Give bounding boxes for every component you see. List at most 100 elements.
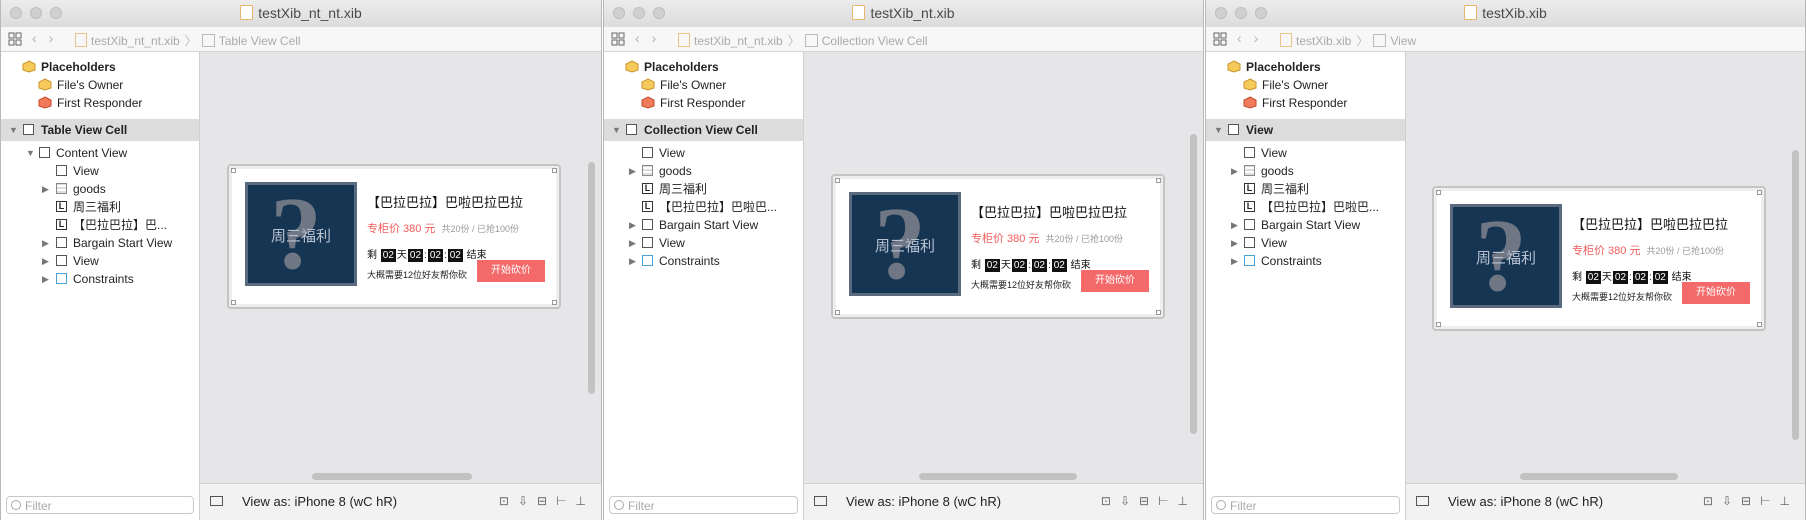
view-preview[interactable]: ? 周三福利 【巴拉巴拉】巴啦巴拉巴拉 专柜价 380 元共20份 / 已抢10… xyxy=(1432,186,1766,331)
resize-handle[interactable] xyxy=(231,168,236,173)
horizontal-scrollbar[interactable] xyxy=(919,473,1077,480)
disclosure-triangle-icon[interactable]: ▶ xyxy=(42,270,49,288)
start-bargain-button[interactable]: 开始砍价 xyxy=(1682,282,1750,304)
outline-content-view[interactable]: ▼ Content View xyxy=(1,144,199,162)
breadcrumb[interactable]: testXib_nt_nt.xib 〉 Table View Cell xyxy=(75,32,301,49)
goods-image[interactable]: ? 周三福利 xyxy=(245,182,357,286)
goods-image[interactable]: ? 周三福利 xyxy=(1450,204,1562,308)
outline-first-responder[interactable]: First Responder xyxy=(1,94,199,112)
disclosure-triangle-icon[interactable]: ▶ xyxy=(629,216,636,234)
toggle-outline-icon[interactable] xyxy=(814,496,827,506)
nav-arrows[interactable]: ‹› xyxy=(635,30,668,46)
breadcrumb[interactable]: testXib.xib 〉 View xyxy=(1280,32,1416,49)
outline-item[interactable]: ▶ goods xyxy=(1,180,199,198)
vertical-scrollbar[interactable] xyxy=(588,162,595,394)
outline-first-responder[interactable]: First Responder xyxy=(604,94,803,112)
start-bargain-button[interactable]: 开始砍价 xyxy=(1081,270,1149,292)
vertical-scrollbar[interactable] xyxy=(1190,134,1197,434)
disclosure-triangle-icon[interactable]: ▶ xyxy=(42,234,49,252)
disclosure-triangle-icon[interactable]: ▶ xyxy=(1231,234,1238,252)
outline-root-object[interactable]: ▼ Table View Cell xyxy=(1,119,199,141)
filter-field[interactable]: Filter xyxy=(609,496,798,514)
layout-tools[interactable]: ⊡⇩⊟⊢⊥ xyxy=(1101,494,1197,508)
outline-item[interactable]: L 周三福利 xyxy=(1206,180,1405,198)
goods-image[interactable]: ? 周三福利 xyxy=(849,192,961,296)
disclosure-triangle-icon[interactable]: ▼ xyxy=(612,119,621,141)
interface-builder-canvas[interactable]: ? 周三福利 【巴拉巴拉】巴啦巴拉巴拉 专柜价 380 元共20份 / 已抢10… xyxy=(1406,52,1805,484)
filter-field[interactable]: Filter xyxy=(1211,496,1400,514)
outline-item[interactable]: ▶ Bargain Start View xyxy=(604,216,803,234)
related-items-icon[interactable] xyxy=(1213,32,1227,46)
outline-item[interactable]: ▶ View xyxy=(604,234,803,252)
nav-arrows[interactable]: ‹› xyxy=(32,30,65,46)
outline-item[interactable]: View xyxy=(1206,144,1405,162)
collection-view-cell-preview[interactable]: ? 周三福利 【巴拉巴拉】巴啦巴拉巴拉 专柜价 380 元共20份 / 已抢10… xyxy=(831,174,1165,319)
outline-item[interactable]: L 【巴拉巴拉】巴啦巴... xyxy=(1206,198,1405,216)
vertical-scrollbar[interactable] xyxy=(1792,150,1799,440)
outline-item[interactable]: ▶ View xyxy=(1206,234,1405,252)
interface-builder-canvas[interactable]: ? 周三福利 【巴拉巴拉】巴啦巴拉巴拉 专柜价 380 元共20份 / 已抢10… xyxy=(804,52,1203,484)
disclosure-triangle-icon[interactable]: ▶ xyxy=(629,252,636,270)
outline-item[interactable]: ▶ Bargain Start View xyxy=(1,234,199,252)
outline-placeholders[interactable]: Placeholders xyxy=(1206,58,1405,76)
resize-handle[interactable] xyxy=(1757,322,1762,327)
toggle-outline-icon[interactable] xyxy=(210,496,223,506)
outline-files-owner[interactable]: File's Owner xyxy=(604,76,803,94)
outline-item[interactable]: ▶ goods xyxy=(604,162,803,180)
disclosure-triangle-icon[interactable]: ▶ xyxy=(629,234,636,252)
outline-placeholders[interactable]: Placeholders xyxy=(604,58,803,76)
resize-handle[interactable] xyxy=(552,168,557,173)
view-as-device[interactable]: View as: iPhone 8 (wC hR) xyxy=(1448,494,1603,509)
horizontal-scrollbar[interactable] xyxy=(312,473,472,480)
view-as-device[interactable]: View as: iPhone 8 (wC hR) xyxy=(242,494,397,509)
table-view-cell-preview[interactable]: ? 周三福利 【巴拉巴拉】巴啦巴拉巴拉 专柜价 380 元共20份 / 已抢10… xyxy=(227,164,561,309)
related-items-icon[interactable] xyxy=(611,32,625,46)
outline-item[interactable]: L 周三福利 xyxy=(604,180,803,198)
start-bargain-button[interactable]: 开始砍价 xyxy=(477,260,545,282)
outline-item[interactable]: View xyxy=(604,144,803,162)
resize-handle[interactable] xyxy=(835,178,840,183)
disclosure-triangle-icon[interactable]: ▼ xyxy=(1214,119,1223,141)
disclosure-triangle-icon[interactable]: ▼ xyxy=(26,144,35,162)
outline-item[interactable]: ▶ View xyxy=(1,252,199,270)
disclosure-triangle-icon[interactable]: ▶ xyxy=(42,180,49,198)
view-as-device[interactable]: View as: iPhone 8 (wC hR) xyxy=(846,494,1001,509)
outline-item[interactable]: L 周三福利 xyxy=(1,198,199,216)
disclosure-triangle-icon[interactable]: ▶ xyxy=(629,162,636,180)
layout-tools[interactable]: ⊡⇩⊟⊢⊥ xyxy=(499,494,595,508)
related-items-icon[interactable] xyxy=(8,32,22,46)
outline-item[interactable]: ▶ Constraints xyxy=(604,252,803,270)
resize-handle[interactable] xyxy=(1156,310,1161,315)
resize-handle[interactable] xyxy=(1156,178,1161,183)
resize-handle[interactable] xyxy=(1436,190,1441,195)
resize-handle[interactable] xyxy=(231,300,236,305)
resize-handle[interactable] xyxy=(552,300,557,305)
outline-placeholders[interactable]: Placeholders xyxy=(1,58,199,76)
outline-item[interactable]: L 【巴拉巴拉】巴... xyxy=(1,216,199,234)
disclosure-triangle-icon[interactable]: ▶ xyxy=(1231,162,1238,180)
breadcrumb[interactable]: testXib_nt_nt.xib 〉 Collection View Cell xyxy=(678,32,928,49)
outline-first-responder[interactable]: First Responder xyxy=(1206,94,1405,112)
resize-handle[interactable] xyxy=(835,310,840,315)
outline-files-owner[interactable]: File's Owner xyxy=(1,76,199,94)
outline-item[interactable]: L 【巴拉巴拉】巴啦巴... xyxy=(604,198,803,216)
horizontal-scrollbar[interactable] xyxy=(1520,473,1678,480)
toggle-outline-icon[interactable] xyxy=(1416,496,1429,506)
outline-item[interactable]: ▶ Constraints xyxy=(1,270,199,288)
layout-tools[interactable]: ⊡⇩⊟⊢⊥ xyxy=(1703,494,1799,508)
outline-item[interactable]: ▶ goods xyxy=(1206,162,1405,180)
outline-files-owner[interactable]: File's Owner xyxy=(1206,76,1405,94)
outline-root-object[interactable]: ▼ View xyxy=(1206,119,1405,141)
disclosure-triangle-icon[interactable]: ▶ xyxy=(1231,216,1238,234)
interface-builder-canvas[interactable]: ? 周三福利 【巴拉巴拉】巴啦巴拉巴拉 专柜价 380 元共20份 / 已抢10… xyxy=(200,52,601,484)
filter-field[interactable]: Filter xyxy=(6,496,194,514)
disclosure-triangle-icon[interactable]: ▶ xyxy=(42,252,49,270)
outline-root-object[interactable]: ▼ Collection View Cell xyxy=(604,119,803,141)
outline-item[interactable]: View xyxy=(1,162,199,180)
resize-handle[interactable] xyxy=(1757,190,1762,195)
disclosure-triangle-icon[interactable]: ▶ xyxy=(1231,252,1238,270)
outline-item[interactable]: ▶ Constraints xyxy=(1206,252,1405,270)
nav-arrows[interactable]: ‹› xyxy=(1237,30,1270,46)
resize-handle[interactable] xyxy=(1436,322,1441,327)
disclosure-triangle-icon[interactable]: ▼ xyxy=(9,119,18,141)
